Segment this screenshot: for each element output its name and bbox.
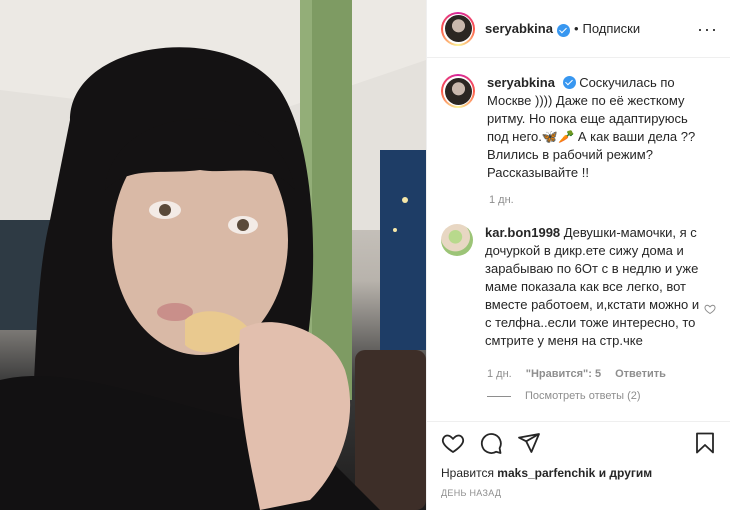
author-username[interactable]: seryabkina (485, 21, 553, 36)
likes-user[interactable]: maks_parfenchik (497, 466, 595, 480)
comment-likes[interactable]: "Нравится": 5 (526, 368, 601, 380)
post-header: seryabkina • Подписки ··· (427, 0, 730, 58)
caption: seryabkina Соскучилась по Москве )))) Да… (441, 74, 718, 182)
bookmark-icon[interactable] (693, 431, 717, 455)
post-timestamp: ДЕНЬ НАЗАД (441, 488, 502, 498)
reply-button[interactable]: Ответить (615, 368, 666, 380)
post-photo[interactable] (0, 0, 426, 510)
author-avatar[interactable] (441, 11, 475, 46)
comment-text: Девушки-мамочки, я с дочуркой в дикр.ете… (485, 225, 700, 348)
caption-text-block: seryabkina Соскучилась по Москве )))) Да… (487, 74, 702, 182)
share-icon[interactable] (517, 431, 541, 455)
view-replies[interactable]: Посмотреть ответы (2) (487, 390, 718, 402)
verified-badge-icon (556, 24, 570, 37)
comment-item: kar.bon1998 Девушки-мамочки, я с дочурко… (441, 224, 718, 350)
caption-username[interactable]: seryabkina (487, 75, 555, 90)
replies-line (487, 395, 511, 397)
commenter-avatar[interactable] (441, 224, 473, 256)
comment-icon[interactable] (479, 431, 503, 455)
likes-summary: Нравится maks_parfenchik и другим (441, 466, 717, 480)
heart-icon[interactable] (441, 431, 465, 455)
caption-verified-icon (562, 76, 576, 89)
action-icons (441, 430, 717, 456)
likes-prefix: Нравится (441, 466, 494, 480)
caption-text: Соскучилась по Москве )))) Даже по её же… (487, 75, 696, 180)
photo-illustration (0, 0, 426, 510)
follow-button[interactable]: Подписки (583, 21, 641, 36)
commenter-username[interactable]: kar.bon1998 (485, 225, 560, 240)
action-bar: Нравится maks_parfenchik и другим ДЕНЬ Н… (427, 421, 730, 498)
post-panel: seryabkina • Подписки ··· seryabkina Сос… (426, 0, 730, 510)
comment-like-heart-icon[interactable] (704, 303, 716, 315)
comment-meta: 1 дн. "Нравится": 5 Ответить (487, 368, 718, 380)
comment-age: 1 дн. (487, 368, 512, 380)
caption-avatar[interactable] (441, 74, 475, 108)
comment-text-block: kar.bon1998 Девушки-мамочки, я с дочурко… (485, 224, 709, 350)
likes-others[interactable]: и другим (599, 466, 652, 480)
caption-age: 1 дн. (489, 194, 514, 206)
view-replies-label[interactable]: Посмотреть ответы (2) (525, 390, 641, 402)
separator-dot: • (573, 21, 579, 36)
comments-list[interactable]: seryabkina Соскучилась по Москве )))) Да… (427, 58, 730, 421)
more-options-icon[interactable]: ··· (697, 20, 718, 38)
